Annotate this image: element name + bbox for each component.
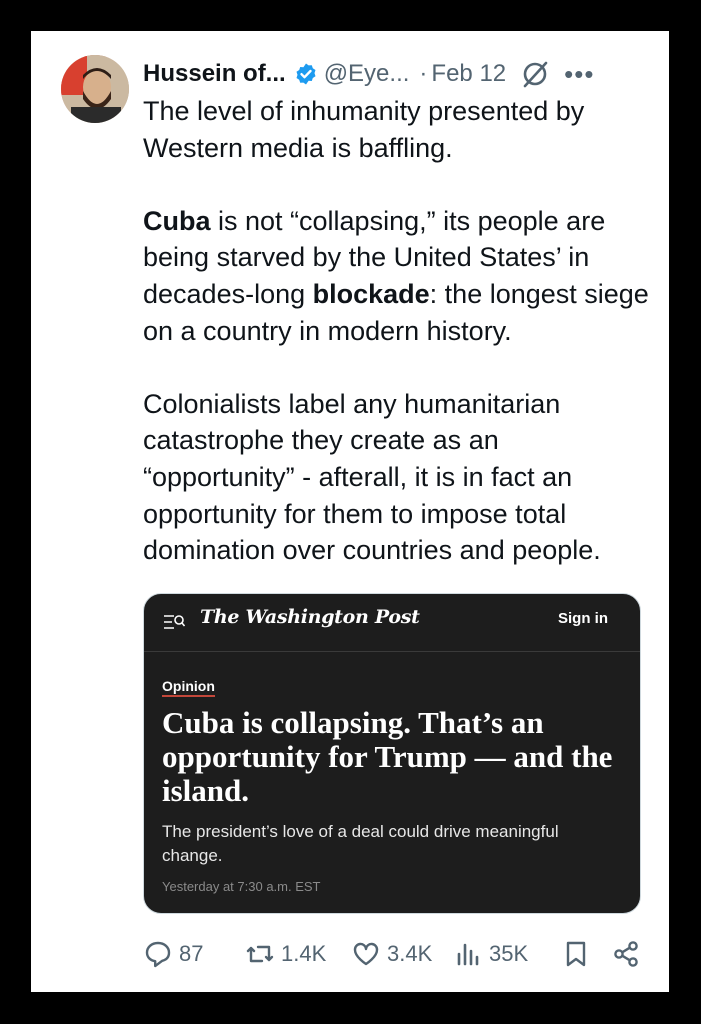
repost-icon bbox=[246, 945, 274, 963]
like-count: 3.4K bbox=[387, 941, 433, 966]
tweet-paragraph: Cuba is not “collapsing,” its people are… bbox=[143, 203, 653, 349]
views-count: 35K bbox=[489, 941, 529, 966]
action-bar: 87 1.4K 3.4K 35K bbox=[143, 936, 643, 972]
article-timestamp: Yesterday at 7:30 a.m. EST bbox=[162, 879, 321, 894]
tweet-bold-text: Cuba bbox=[143, 205, 211, 236]
author-name[interactable]: Hussein of... bbox=[143, 60, 286, 88]
repost-count: 1.4K bbox=[281, 941, 327, 966]
share-icon bbox=[614, 941, 638, 967]
author-handle[interactable]: @Eye... bbox=[324, 60, 410, 88]
views-chart-icon bbox=[457, 943, 479, 966]
views-button[interactable]: 35K bbox=[453, 939, 528, 969]
reply-count: 87 bbox=[179, 941, 204, 966]
repost-button[interactable]: 1.4K bbox=[245, 939, 326, 969]
wp-top-bar: The Washington Post Sign in bbox=[144, 594, 640, 652]
more-options-icon[interactable]: ••• bbox=[564, 61, 594, 87]
bookmark-icon bbox=[566, 941, 586, 967]
tweet-date[interactable]: Feb 12 bbox=[431, 60, 506, 88]
tweet-paragraph: Colonialists label any humanitarian cata… bbox=[143, 386, 653, 569]
bookmark-button[interactable] bbox=[561, 939, 591, 969]
tweet-text-run: Colonialists label any humanitarian cata… bbox=[143, 388, 601, 566]
sign-in-link[interactable]: Sign in bbox=[558, 610, 608, 627]
verified-badge-icon bbox=[294, 62, 318, 86]
separator-dot: · bbox=[419, 60, 428, 87]
publisher-logo: The Washington Post bbox=[200, 606, 420, 628]
article-deck: The president’s love of a deal could dri… bbox=[162, 822, 559, 865]
section-label: Opinion bbox=[162, 678, 215, 697]
tweet-header: Hussein of... @Eye... · Feb 12 ••• bbox=[143, 57, 653, 91]
tweet-text-run: The level of inhumanity presented by Wes… bbox=[143, 96, 585, 163]
link-preview-card[interactable]: The Washington Post Sign in Opinion Cuba… bbox=[143, 593, 641, 914]
grok-icon[interactable] bbox=[520, 59, 550, 89]
article-headline: Cuba is collapsing. That’s an opportunit… bbox=[162, 705, 613, 808]
reply-button[interactable]: 87 bbox=[143, 939, 203, 969]
menu-search-icon[interactable] bbox=[163, 612, 186, 632]
share-button[interactable] bbox=[611, 939, 641, 969]
tweet-bold-text: blockade bbox=[312, 278, 430, 309]
reply-icon bbox=[145, 941, 171, 968]
like-button[interactable]: 3.4K bbox=[351, 939, 432, 969]
heart-icon bbox=[353, 942, 379, 966]
tweet-text: The level of inhumanity presented by Wes… bbox=[143, 93, 653, 569]
avatar[interactable] bbox=[61, 55, 129, 123]
tweet-card: Hussein of... @Eye... · Feb 12 ••• The l… bbox=[31, 31, 669, 992]
tweet-paragraph: The level of inhumanity presented by Wes… bbox=[143, 93, 653, 166]
